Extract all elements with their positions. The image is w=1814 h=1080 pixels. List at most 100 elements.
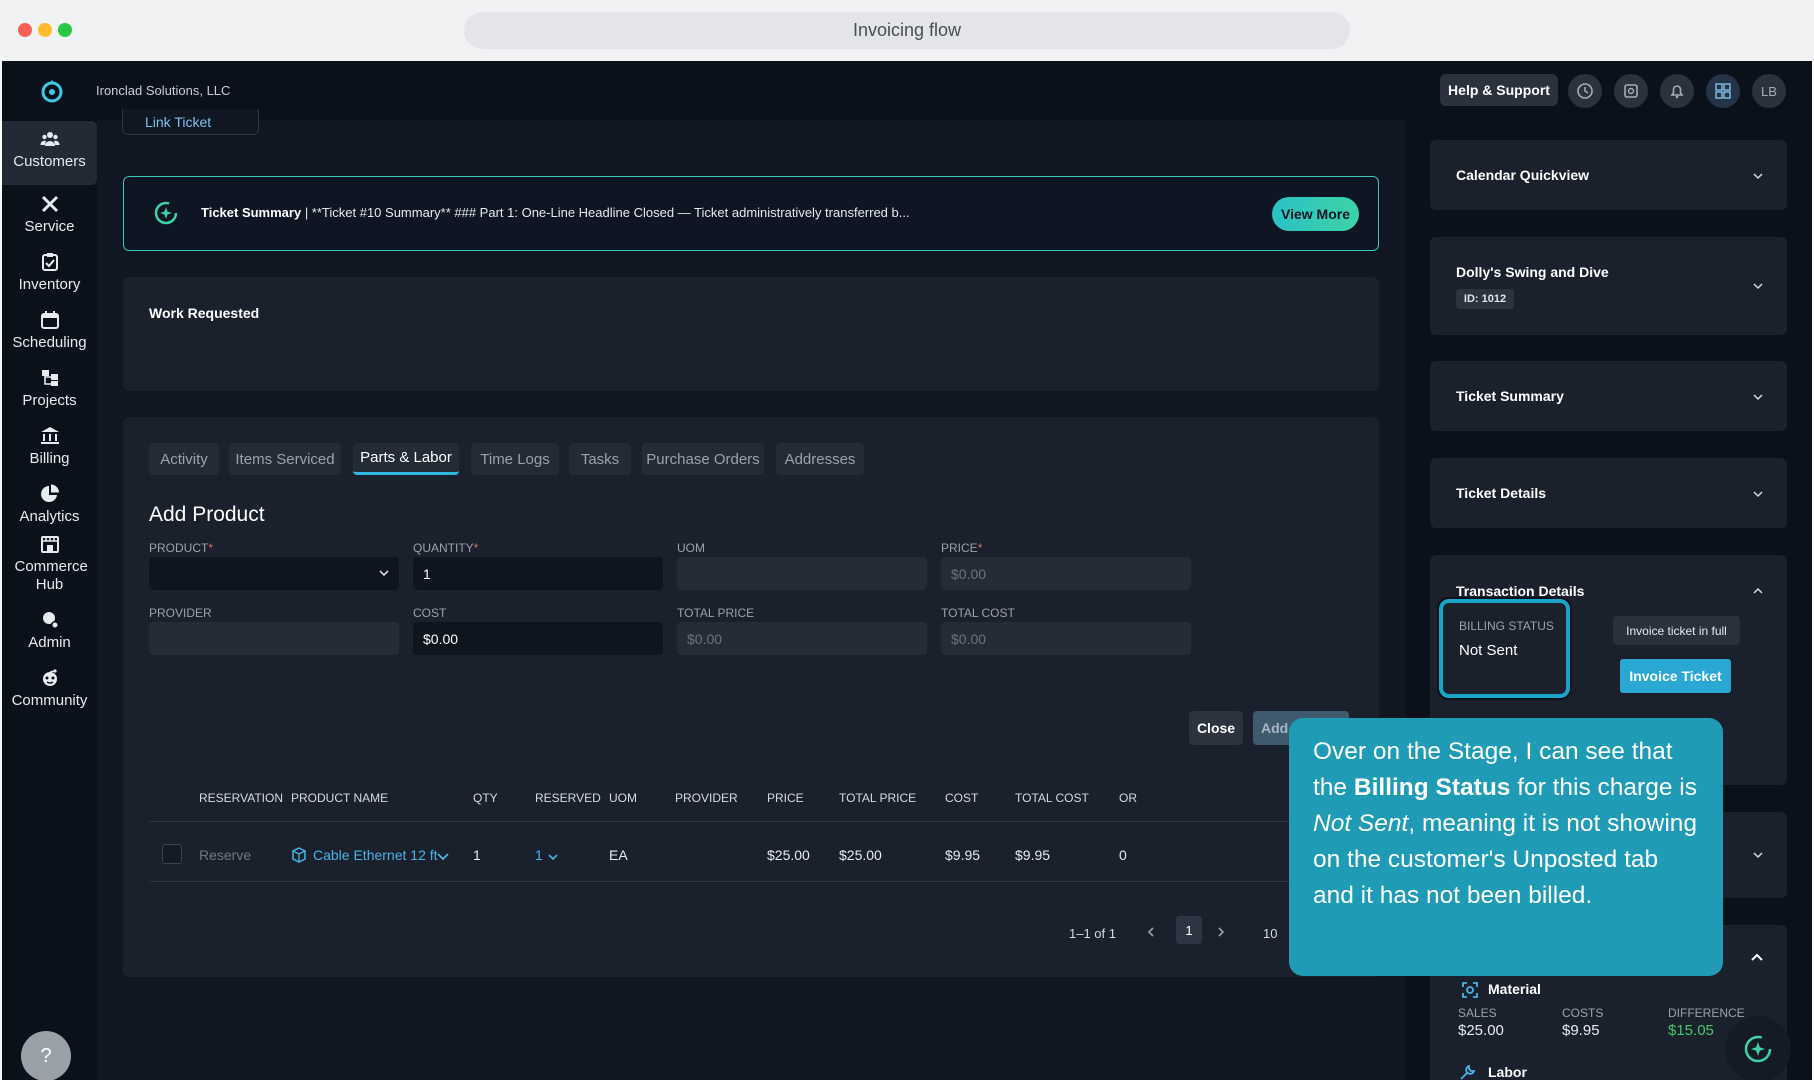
sidebar-item-projects[interactable]: Projects (2, 360, 97, 422)
sidebar-item-billing[interactable]: Billing (2, 418, 97, 480)
minimize-window-icon[interactable] (38, 23, 52, 37)
help-circle-button[interactable]: ? (21, 1031, 71, 1080)
chevron-down-icon[interactable] (1751, 169, 1765, 183)
column-header-cost: COST (945, 791, 979, 805)
rows-per-page[interactable]: 10 (1263, 926, 1277, 941)
row-checkbox[interactable] (162, 844, 182, 864)
page-number[interactable]: 1 (1176, 916, 1202, 944)
pagination-range: 1–1 of 1 (1069, 926, 1116, 941)
transaction-details-title: Transaction Details (1456, 583, 1585, 599)
billing-status-label: BILLING STATUS (1459, 619, 1554, 633)
chevron-down-icon[interactable] (547, 851, 559, 863)
customer-card[interactable]: Dolly's Swing and Dive ID: 1012 (1430, 237, 1787, 335)
chevron-down-icon[interactable] (1751, 487, 1765, 501)
user-avatar[interactable]: LB (1752, 74, 1786, 108)
sidebar-item-service[interactable]: Service (2, 186, 97, 248)
column-header-provider: PROVIDER (675, 791, 738, 805)
chevron-down-icon[interactable] (436, 850, 450, 864)
chevron-down-icon[interactable] (1751, 279, 1765, 293)
product-name-link[interactable]: Cable Ethernet 12 ft (313, 847, 438, 863)
total-price-label: TOTAL PRICE (677, 606, 755, 620)
link-ticket-button[interactable]: Link Ticket (122, 109, 259, 135)
labor-title: Labor (1488, 1064, 1527, 1080)
link-ticket-label: Link Ticket (145, 114, 212, 130)
sidebar-item-label: Billing (29, 450, 70, 467)
chevron-left-icon[interactable] (1145, 926, 1157, 938)
chevron-up-icon[interactable] (1749, 949, 1765, 965)
sidebar-item-label: Analytics (19, 508, 80, 525)
chevron-down-icon[interactable] (1751, 390, 1765, 404)
total-cost-input: $0.00 (941, 622, 1191, 655)
sidebar-item-customers[interactable]: Customers (2, 121, 97, 185)
sidebar-item-community[interactable]: Community (2, 660, 97, 722)
tab-purchase-orders[interactable]: Purchase Orders (642, 443, 764, 475)
price-input[interactable]: $0.00 (941, 557, 1191, 590)
reserve-link[interactable]: Reserve (199, 847, 251, 863)
history-icon[interactable] (1568, 74, 1602, 108)
invoice-tooltip: Invoice ticket in full (1613, 616, 1740, 645)
tab-addresses[interactable]: Addresses (776, 443, 864, 475)
dashboard-icon[interactable] (1706, 74, 1740, 108)
browser-chrome: Invoicing flow (0, 0, 1814, 61)
price-label: PRICE* (941, 541, 983, 555)
chevron-up-icon[interactable] (1751, 584, 1765, 598)
app-logo-icon[interactable] (38, 77, 66, 105)
tab-time-logs[interactable]: Time Logs (471, 443, 559, 475)
sidebar-item-inventory[interactable]: Inventory (2, 244, 97, 306)
total-price-cell: $25.00 (839, 847, 882, 863)
costs-value: $9.95 (1562, 1022, 1600, 1039)
summary-text: Ticket Summary | **Ticket #10 Summary** … (201, 205, 910, 220)
tab-items-serviced[interactable]: Items Serviced (229, 443, 341, 475)
column-header-reserved: RESERVED (535, 791, 601, 805)
ticket-details-card[interactable]: Ticket Details (1430, 458, 1787, 528)
work-requested-card: Work Requested (123, 277, 1379, 391)
customer-name: Dolly's Swing and Dive (1456, 264, 1609, 280)
quantity-input[interactable]: 1 (413, 557, 663, 590)
chevron-down-icon[interactable] (1751, 848, 1765, 862)
invoice-ticket-button[interactable]: Invoice Ticket (1620, 659, 1731, 693)
ticket-summary-title: Ticket Summary (1456, 388, 1564, 404)
ticket-summary-card[interactable]: Ticket Summary (1430, 361, 1787, 431)
walkthrough-callout: Over on the Stage, I can see that the Bi… (1289, 718, 1723, 976)
company-name: Ironclad Solutions, LLC (96, 83, 231, 98)
sidebar-item-label: Inventory (18, 276, 81, 293)
uom-input (677, 557, 927, 590)
community-icon (42, 669, 57, 686)
provider-input[interactable] (149, 622, 399, 655)
help-support-button[interactable]: Help & Support (1440, 74, 1558, 106)
screen: Invoicing flow Ironclad Solutions, LLC H… (0, 0, 1814, 1080)
reserved-select[interactable]: 1 (535, 847, 543, 863)
chevron-right-icon[interactable] (1215, 926, 1227, 938)
maximize-window-icon[interactable] (58, 23, 72, 37)
cost-label: COST (413, 606, 447, 620)
timer-icon[interactable] (1614, 74, 1648, 108)
sidebar-item-scheduling[interactable]: Scheduling (2, 302, 97, 364)
sidebar-item-commerce-hub[interactable]: Commerce Hub (2, 526, 97, 598)
clipboard-icon (41, 253, 58, 271)
calendar-quickview-card[interactable]: Calendar Quickview (1430, 140, 1787, 210)
summary-label: Ticket Summary (201, 205, 302, 220)
difference-label: DIFFERENCE (1668, 1006, 1745, 1020)
cost-input[interactable]: $0.00 (413, 622, 663, 655)
store-icon (40, 536, 59, 553)
app-window: Ironclad Solutions, LLC Help & Support L… (2, 61, 1812, 1080)
ai-assistant-icon[interactable] (1725, 1016, 1791, 1080)
parts-labor-card: Activity Items Serviced Parts & Labor Ti… (123, 417, 1379, 977)
column-header-price: PRICE (767, 791, 804, 805)
address-bar[interactable]: Invoicing flow (464, 12, 1350, 49)
difference-value: $15.05 (1668, 1022, 1714, 1039)
bell-icon[interactable] (1660, 74, 1694, 108)
tab-parts-labor[interactable]: Parts & Labor (353, 443, 459, 475)
view-more-button[interactable]: View More (1272, 197, 1359, 231)
column-header-reservation: RESERVATION (199, 791, 284, 805)
tab-tasks[interactable]: Tasks (569, 443, 631, 475)
sidebar-item-label: Commerce Hub (14, 558, 88, 593)
product-select[interactable] (149, 557, 399, 590)
sidebar-item-admin[interactable]: Admin (2, 602, 97, 664)
close-window-icon[interactable] (18, 23, 32, 37)
admin-icon (42, 612, 59, 629)
tab-activity[interactable]: Activity (149, 443, 219, 475)
close-button[interactable]: Close (1189, 711, 1243, 745)
summary-body: | **Ticket #10 Summary** ### Part 1: One… (301, 205, 910, 220)
costs-label: COSTS (1562, 1006, 1604, 1020)
